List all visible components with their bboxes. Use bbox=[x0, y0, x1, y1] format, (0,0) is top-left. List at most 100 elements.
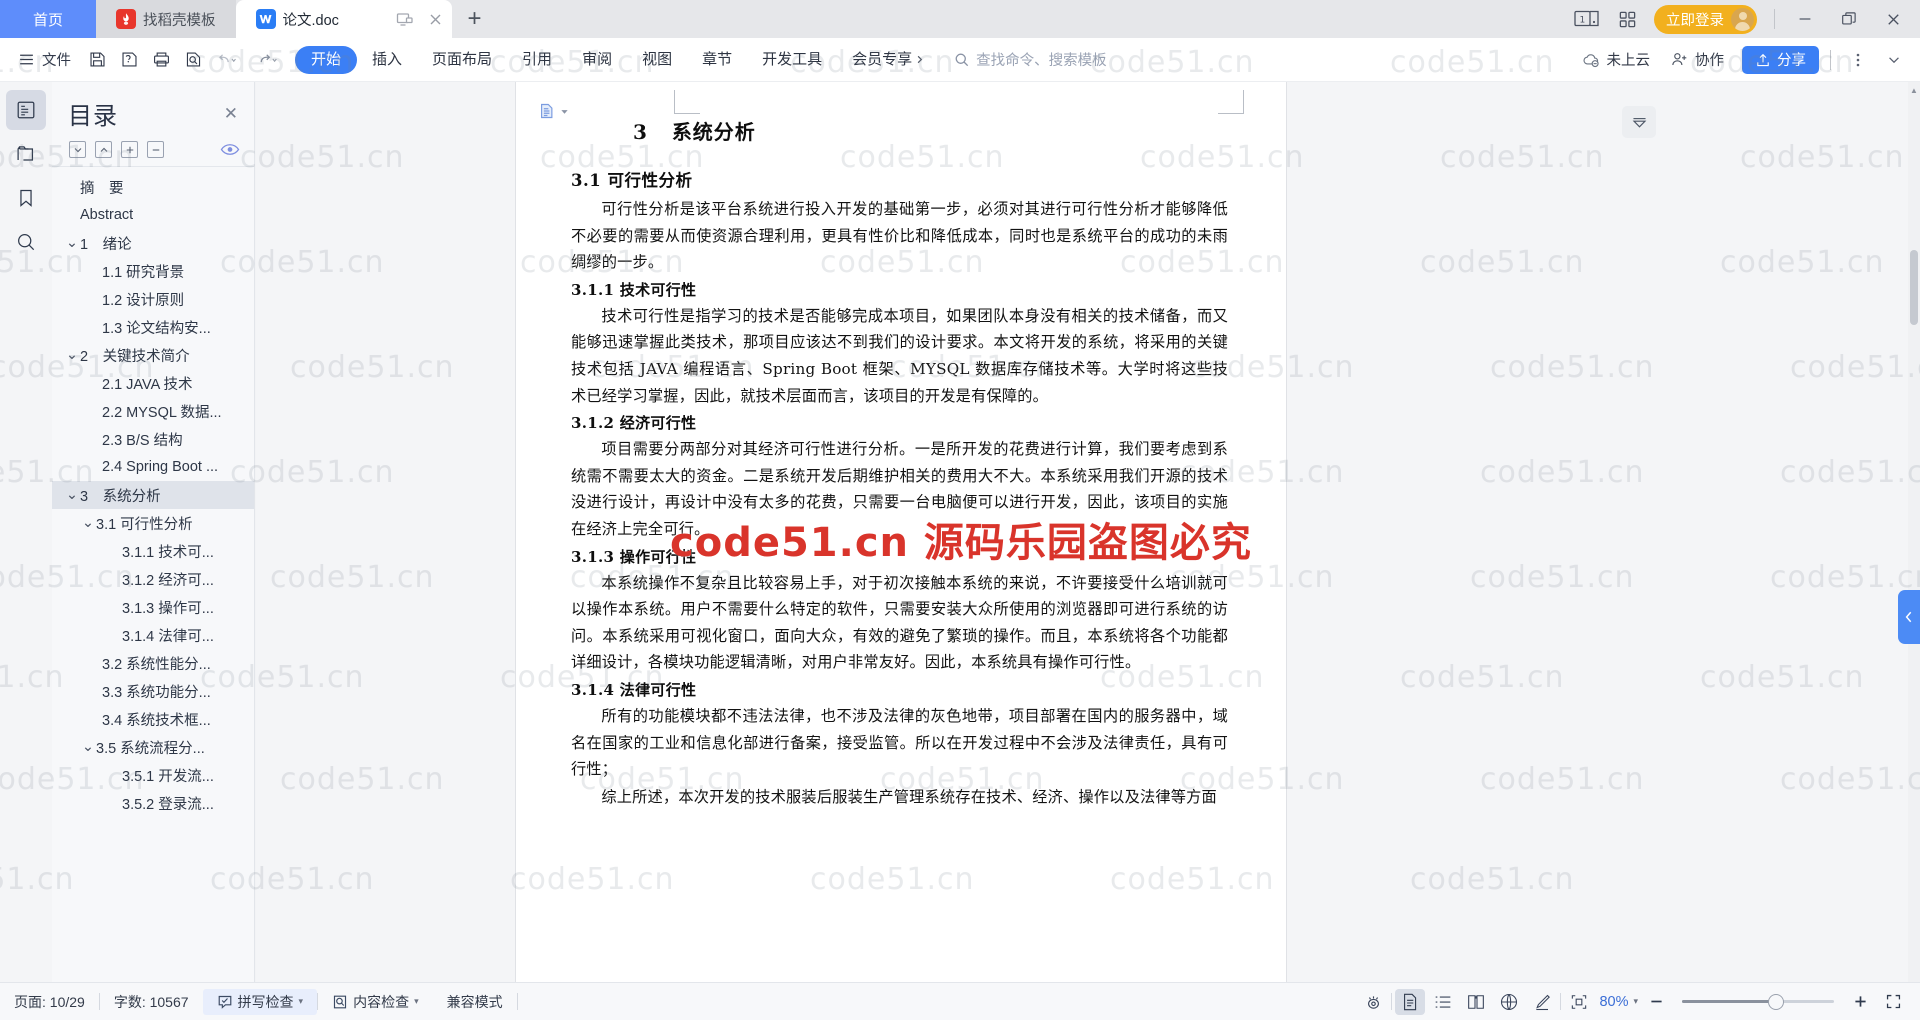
save-as-icon[interactable] bbox=[113, 45, 145, 75]
outline-item[interactable]: 3.4 系统技术框... bbox=[52, 705, 254, 733]
fullscreen-icon[interactable] bbox=[1878, 989, 1908, 1015]
right-panel-toggle-button[interactable] bbox=[1898, 590, 1920, 644]
outline-item[interactable]: ⌄ 1 绪论 bbox=[52, 229, 254, 257]
zoom-level-label[interactable]: 80% bbox=[1597, 994, 1630, 1010]
chevron-down-icon[interactable]: ▾ bbox=[299, 996, 304, 1007]
screen-split-icon[interactable] bbox=[396, 11, 413, 28]
sidebar-item-outline[interactable] bbox=[6, 90, 46, 130]
print-icon[interactable] bbox=[145, 45, 177, 75]
outline-item[interactable]: 3.5.1 开发流... bbox=[52, 761, 254, 789]
fit-page-icon[interactable] bbox=[1564, 989, 1594, 1015]
zoom-dropdown-icon[interactable]: ▾ bbox=[1633, 996, 1638, 1007]
outline-item[interactable]: 1.2 设计原则 bbox=[52, 285, 254, 313]
outline-item[interactable]: 2.3 B/S 结构 bbox=[52, 425, 254, 453]
outline-item[interactable]: 3.5.2 登录流... bbox=[52, 789, 254, 817]
zoom-out-button[interactable] bbox=[1641, 989, 1671, 1015]
tab-review[interactable]: 审阅 bbox=[567, 46, 627, 74]
scroll-up-arrow[interactable]: ▲ bbox=[1908, 86, 1920, 95]
outline-item[interactable]: ⌄ 3 系统分析 bbox=[52, 481, 254, 509]
zoom-slider[interactable] bbox=[1682, 993, 1834, 1010]
outline-item[interactable]: Abstract bbox=[52, 201, 254, 229]
paragraph-style-icon[interactable] bbox=[538, 102, 569, 120]
login-button[interactable]: 立即登录 bbox=[1654, 4, 1757, 34]
outline-item[interactable]: 3.1.1 技术可... bbox=[52, 537, 254, 565]
collaborate-button[interactable]: 协作 bbox=[1662, 45, 1732, 75]
word-count[interactable]: 字数: 10567 bbox=[100, 989, 203, 1015]
outline-item[interactable]: 3.1.2 经济可... bbox=[52, 565, 254, 593]
web-layout-icon[interactable] bbox=[1494, 989, 1524, 1015]
spellcheck-button[interactable]: 拼写检查 ▾ bbox=[202, 988, 318, 1015]
scrollbar-thumb[interactable] bbox=[1910, 250, 1918, 325]
expand-down-button[interactable] bbox=[69, 141, 86, 158]
share-button[interactable]: 分享 bbox=[1742, 45, 1819, 74]
document-canvas[interactable]: 3 系统分析 3.1 可行性分析 可行性分析是该平台系统进行投入开发的基础第一步，… bbox=[256, 82, 1920, 982]
more-options-icon[interactable] bbox=[1842, 45, 1874, 75]
tab-chapter[interactable]: 章节 bbox=[687, 46, 747, 74]
redo-icon[interactable] bbox=[249, 45, 289, 75]
tab-home[interactable]: 首页 bbox=[0, 0, 96, 38]
outline-list[interactable]: 摘 要 Abstract ⌄ 1 绪论 1.1 研究背景 1.2 设计原则 1.3 论文结构… bbox=[52, 166, 254, 982]
chevron-down-icon[interactable]: ⌄ bbox=[64, 487, 80, 503]
new-tab-button[interactable]: + bbox=[452, 0, 498, 38]
expand-all-button[interactable] bbox=[121, 141, 138, 158]
save-icon[interactable] bbox=[81, 45, 113, 75]
print-preview-icon[interactable] bbox=[177, 45, 209, 75]
print-layout-icon[interactable] bbox=[1395, 988, 1426, 1015]
single-page-view-icon[interactable]: 1 bbox=[1568, 4, 1606, 34]
undo-icon[interactable] bbox=[209, 45, 249, 75]
contentcheck-button[interactable]: 内容检查 ▾ bbox=[318, 989, 433, 1015]
search-box[interactable]: 查找命令、搜索模板 bbox=[954, 49, 1107, 70]
outline-item[interactable]: 3.2 系统性能分... bbox=[52, 649, 254, 677]
outline-item[interactable]: ⌄ 3.5 系统流程分... bbox=[52, 733, 254, 761]
cloud-status-button[interactable]: 未上云 bbox=[1574, 45, 1659, 75]
writing-mode-icon[interactable] bbox=[1527, 989, 1557, 1015]
outline-view-icon[interactable] bbox=[1428, 989, 1458, 1015]
outline-item[interactable]: 摘 要 bbox=[52, 173, 254, 201]
close-tab-icon[interactable] bbox=[427, 11, 444, 28]
close-icon[interactable]: ✕ bbox=[220, 101, 242, 126]
tab-docer-template[interactable]: 找稻壳模板 bbox=[96, 0, 236, 38]
maximize-button[interactable] bbox=[1828, 0, 1870, 38]
outline-item[interactable]: ⌄ 2 关键技术简介 bbox=[52, 341, 254, 369]
tab-start[interactable]: 开始 bbox=[295, 45, 358, 74]
collapse-up-button[interactable] bbox=[95, 141, 112, 158]
outline-item[interactable]: 2.1 JAVA 技术 bbox=[52, 369, 254, 397]
zoom-slider-track[interactable] bbox=[1682, 993, 1834, 1010]
close-button[interactable] bbox=[1872, 0, 1914, 38]
chevron-down-icon[interactable]: ⌄ bbox=[64, 235, 80, 251]
outline-item[interactable]: 3.1.4 法律可... bbox=[52, 621, 254, 649]
tab-vip[interactable]: 会员专享 bbox=[837, 46, 940, 74]
file-menu-button[interactable]: 文件 bbox=[8, 45, 81, 75]
zoom-slider-handle[interactable] bbox=[1768, 993, 1785, 1010]
outline-item[interactable]: 2.4 Spring Boot ... bbox=[52, 453, 254, 481]
outline-item[interactable]: 1.3 论文结构安... bbox=[52, 313, 254, 341]
zoom-in-button[interactable] bbox=[1845, 989, 1875, 1015]
reading-focus-icon[interactable] bbox=[1358, 989, 1388, 1015]
tab-page-layout[interactable]: 页面布局 bbox=[417, 46, 507, 74]
tab-view[interactable]: 视图 bbox=[627, 46, 687, 74]
sidebar-item-bookmark[interactable] bbox=[6, 178, 46, 218]
outline-visibility-icon[interactable] bbox=[220, 143, 240, 156]
minimize-button[interactable] bbox=[1784, 0, 1826, 38]
outline-item[interactable]: 1.1 研究背景 bbox=[52, 257, 254, 285]
tab-insert[interactable]: 插入 bbox=[357, 46, 417, 74]
tab-reference[interactable]: 引用 bbox=[507, 46, 567, 74]
collapse-all-button[interactable] bbox=[147, 141, 164, 158]
app-grid-icon[interactable] bbox=[1608, 4, 1646, 34]
tab-dev-tools[interactable]: 开发工具 bbox=[747, 46, 837, 74]
sidebar-item-chapter-nav[interactable] bbox=[6, 134, 46, 174]
outline-item[interactable]: 3.1.3 操作可... bbox=[52, 593, 254, 621]
chevron-down-icon[interactable]: ⌄ bbox=[80, 515, 96, 531]
sidebar-item-search[interactable] bbox=[6, 222, 46, 262]
chevron-down-icon[interactable] bbox=[560, 107, 569, 116]
outline-item[interactable]: 3.3 系统功能分... bbox=[52, 677, 254, 705]
reading-view-icon[interactable] bbox=[1461, 989, 1491, 1015]
tab-document[interactable]: 论文.doc bbox=[235, 0, 452, 38]
chevron-down-icon[interactable]: ⌄ bbox=[64, 347, 80, 363]
chevron-down-icon[interactable] bbox=[1878, 45, 1910, 75]
page-indicator[interactable]: 页面: 10/29 bbox=[0, 989, 99, 1015]
outline-item[interactable]: ⌄ 3.1 可行性分析 bbox=[52, 509, 254, 537]
outline-item[interactable]: 2.2 MYSQL 数据... bbox=[52, 397, 254, 425]
chevron-down-icon[interactable]: ▾ bbox=[414, 996, 419, 1007]
chevron-down-icon[interactable]: ⌄ bbox=[80, 739, 96, 755]
